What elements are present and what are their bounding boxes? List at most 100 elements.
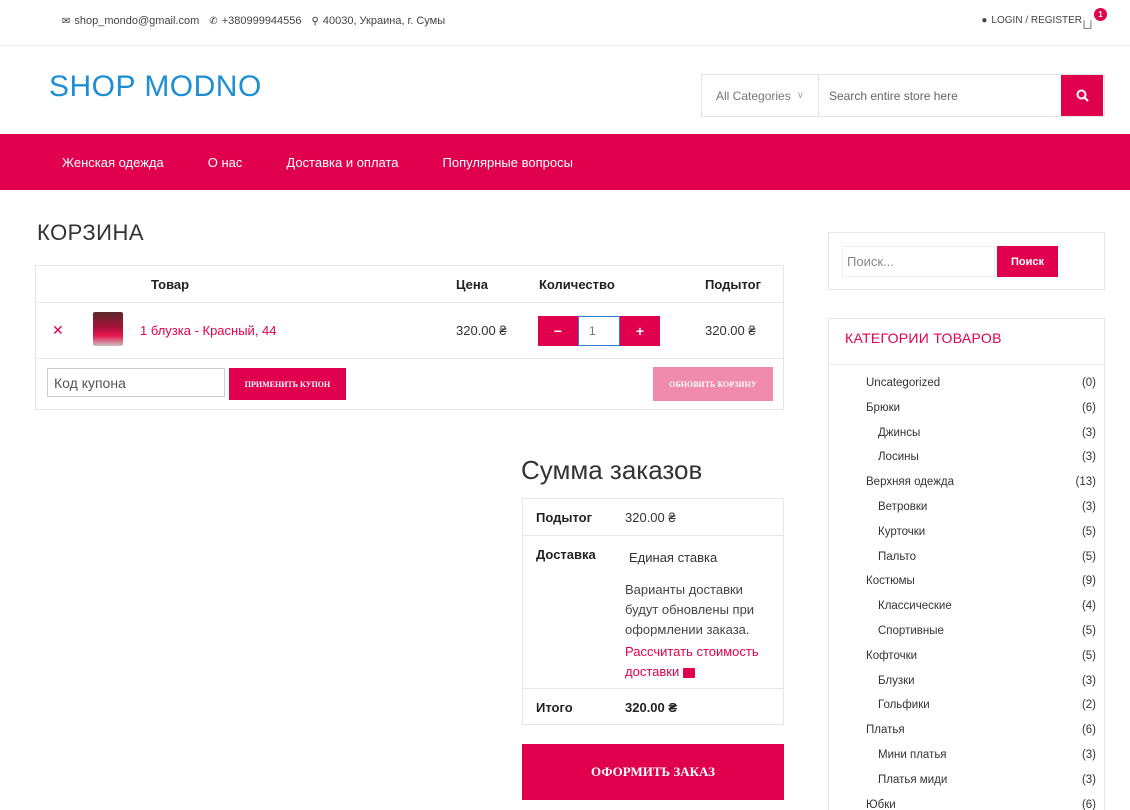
product-thumbnail[interactable] (93, 312, 123, 346)
truck-icon (682, 667, 695, 678)
category-select[interactable]: All Categories ∨ (702, 75, 819, 116)
col-header-price: Цена (456, 277, 488, 292)
category-count: (2) (1081, 699, 1096, 712)
remove-item-icon[interactable]: ✕ (52, 322, 64, 339)
phone-text: +380999944556 (221, 15, 302, 27)
category-count: (3) (1081, 501, 1096, 513)
category-item[interactable]: Классические (4) (829, 600, 1104, 625)
product-categories-widget: КАТЕГОРИИ ТОВАРОВ Uncategorized (0) Брюки (… (828, 318, 1105, 810)
sidebar-search-input[interactable] (842, 246, 995, 277)
category-name: Гольфики (878, 699, 930, 712)
category-item[interactable]: Спортивные (5) (829, 625, 1104, 650)
store-search: All Categories ∨ (701, 74, 1105, 117)
login-register-link[interactable]: ● LOGIN / REGISTER (981, 15, 1082, 26)
totals-total-row: Итого 320.00 ₴ (523, 689, 783, 725)
update-cart-button[interactable]: Обновить корзину (653, 367, 773, 401)
category-count: (6) (1081, 798, 1096, 810)
quantity-input[interactable] (578, 316, 620, 346)
col-header-product: Товар (151, 277, 190, 292)
category-name: Курточки (878, 525, 926, 538)
category-item[interactable]: Платья миди (3) (829, 774, 1104, 799)
category-item[interactable]: Блузки (3) (829, 675, 1104, 700)
login-register-label: LOGIN / REGISTER (991, 15, 1082, 26)
category-count: (3) (1081, 749, 1096, 761)
address-contact: ⚲ 40030, Украина, г. Сумы (312, 15, 446, 27)
quantity-stepper: − + (538, 316, 660, 346)
increase-quantity-button[interactable]: + (620, 316, 660, 346)
category-name: Платья (866, 724, 905, 737)
search-button[interactable] (1061, 75, 1103, 116)
category-item[interactable]: Кофточки (5) (829, 650, 1104, 675)
calculate-shipping-link[interactable]: Рассчитать стоимость доставки (625, 642, 775, 682)
categories-divider (829, 364, 1104, 365)
nav-item-delivery[interactable]: Доставка и оплата (286, 155, 398, 170)
category-count: (3) (1081, 773, 1096, 786)
category-count: (3) (1081, 451, 1096, 464)
totals-shipping-row: Доставка Единая ставка Варианты доставки… (523, 536, 783, 689)
search-input[interactable] (819, 75, 1061, 116)
cart-item-row: ✕ 1 блузка - Красный, 44 320.00 ₴ − + 32… (36, 303, 783, 359)
category-item[interactable]: Брюки (6) (829, 402, 1104, 427)
category-item[interactable]: Uncategorized (0) (829, 377, 1104, 402)
email-text: shop_mondo@gmail.com (74, 15, 200, 27)
category-name: Классические (878, 600, 952, 613)
main-nav: Женская одежда О нас Доставка и оплата П… (0, 134, 1130, 190)
cart-totals-table: Подытог 320.00 ₴ Доставка Единая ставка … (522, 498, 784, 725)
cart-totals-title: Сумма заказов (521, 455, 703, 485)
category-name: Верхняя одежда (866, 476, 955, 489)
category-item[interactable]: Ветровки (3) (829, 501, 1104, 526)
category-item[interactable]: Джинсы (3) (829, 427, 1104, 452)
nav-item-womens-clothing[interactable]: Женская одежда (62, 155, 164, 170)
category-count: (9) (1081, 575, 1096, 588)
product-name-link[interactable]: 1 блузка - Красный, 44 (140, 323, 277, 338)
checkout-button[interactable]: Оформить заказ (522, 744, 784, 800)
category-name: Кофточки (866, 649, 918, 662)
category-item[interactable]: Юбки (6) (829, 799, 1104, 810)
category-item[interactable]: Мини платья (3) (829, 749, 1104, 774)
address-text: 40030, Украина, г. Сумы (322, 15, 446, 27)
category-select-value: All Categories (716, 88, 791, 103)
category-item[interactable]: Лосины (3) (829, 451, 1104, 476)
email-contact[interactable]: ✉ shop_mondo@gmail.com (62, 15, 199, 27)
nav-item-about[interactable]: О нас (208, 155, 243, 170)
nav-item-faq[interactable]: Популярные вопросы (443, 155, 573, 170)
search-icon (1076, 89, 1089, 102)
category-name: Uncategorized (866, 377, 941, 389)
category-count: (5) (1081, 525, 1096, 538)
col-header-subtotal: Подытог (705, 277, 762, 292)
category-name: Юбки (866, 798, 896, 810)
cart-table: Товар Цена Количество Подытог ✕ 1 блузка… (35, 265, 784, 410)
chevron-down-icon: ∨ (796, 90, 805, 101)
col-header-quantity: Количество (539, 277, 615, 292)
cart-table-header: Товар Цена Количество Подытог (36, 266, 783, 303)
basket-icon: ⊔ (1082, 16, 1093, 32)
category-name: Спортивные (878, 625, 944, 637)
category-name: Костюмы (866, 575, 915, 588)
category-count: (6) (1081, 401, 1096, 414)
category-item[interactable]: Пальто (5) (829, 551, 1104, 576)
category-name: Мини платья (878, 749, 947, 761)
phone-contact[interactable]: ✆ +380999944556 (209, 15, 301, 27)
category-name: Платья миди (878, 773, 948, 786)
decrease-quantity-button[interactable]: − (538, 316, 578, 346)
site-logo[interactable]: SHOP MODNO (49, 70, 262, 104)
category-item[interactable]: Верхняя одежда (13) (829, 476, 1104, 501)
cart-count-badge: 1 (1094, 8, 1107, 21)
category-item[interactable]: Гольфики (2) (829, 699, 1104, 724)
category-name: Джинсы (878, 426, 921, 439)
cart-button[interactable]: ⊔ 1 (1082, 8, 1107, 32)
category-item[interactable]: Курточки (5) (829, 526, 1104, 551)
category-name: Брюки (866, 401, 901, 414)
map-marker-icon: ⚲ (311, 15, 319, 27)
sidebar-search-button[interactable]: Поиск (997, 246, 1058, 277)
page-title: КОРЗИНА (37, 220, 145, 245)
category-count: (0) (1081, 377, 1096, 389)
category-count: (3) (1081, 674, 1096, 687)
apply-coupon-button[interactable]: Применить купон (229, 368, 346, 400)
coupon-code-input[interactable] (47, 368, 225, 397)
category-item[interactable]: Костюмы (9) (829, 575, 1104, 600)
category-item[interactable]: Платья (6) (829, 724, 1104, 749)
item-subtotal: 320.00 ₴ (705, 323, 756, 338)
shipping-note: Варианты доставки будут обновлены при оф… (625, 582, 755, 637)
subtotal-value: 320.00 ₴ (625, 510, 676, 525)
